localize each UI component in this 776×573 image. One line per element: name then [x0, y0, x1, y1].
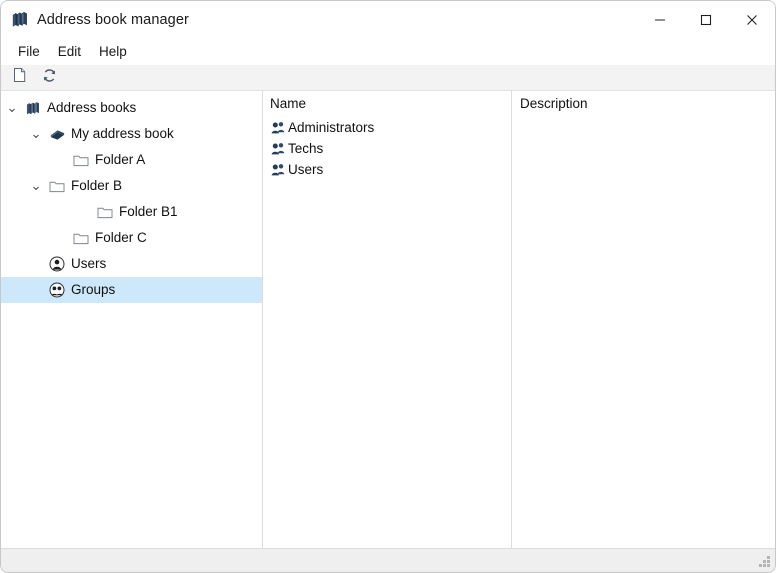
status-bar	[1, 548, 775, 572]
groups-list-pane: Name Description Administrators Techs Us…	[263, 91, 775, 548]
list-rows-area: Administrators Techs Users	[263, 117, 775, 548]
list-item-label: Techs	[288, 141, 324, 156]
tree-item-label: Folder A	[95, 152, 146, 167]
column-header-description[interactable]: Description	[512, 91, 775, 117]
list-item-description	[512, 117, 775, 138]
address-book-tree[interactable]: ⌄ Address books ⌄ My address book Folder…	[1, 91, 263, 548]
tree-item-address-books[interactable]: ⌄ Address books	[1, 95, 262, 121]
minimize-button[interactable]	[637, 1, 683, 38]
tree-item-folder-b1[interactable]: Folder B1	[1, 199, 262, 225]
tree-item-label: My address book	[71, 126, 174, 141]
list-item[interactable]: Techs	[263, 138, 511, 159]
list-item-description	[512, 138, 775, 159]
title-bar: Address book manager	[1, 1, 775, 38]
group-circle-icon	[47, 282, 67, 298]
tree-item-label: Folder B	[71, 178, 123, 193]
user-circle-icon	[47, 256, 67, 272]
list-item[interactable]: Administrators	[263, 117, 511, 138]
folder-icon	[71, 231, 91, 245]
list-item-label: Administrators	[288, 120, 375, 135]
window-controls	[637, 1, 775, 38]
chevron-down-icon[interactable]: ⌄	[25, 126, 47, 142]
menu-item-file[interactable]: File	[9, 41, 49, 62]
group-icon	[270, 121, 286, 135]
tree-item-my-address-book[interactable]: ⌄ My address book	[1, 121, 262, 147]
tree-item-label: Address books	[47, 100, 137, 115]
list-item-label: Users	[288, 162, 324, 177]
name-column: Administrators Techs Users	[263, 117, 512, 548]
tree-item-folder-b[interactable]: ⌄ Folder B	[1, 173, 262, 199]
folder-icon	[95, 205, 115, 219]
books-stack-icon	[23, 100, 43, 117]
refresh-icon	[42, 68, 57, 88]
resize-grip-icon[interactable]	[758, 556, 771, 569]
tree-item-label: Users	[71, 256, 107, 271]
menu-item-edit[interactable]: Edit	[49, 41, 90, 62]
new-document-button[interactable]	[7, 67, 31, 89]
app-window: Address book manager File Edit Help ⌄ Ad…	[0, 0, 776, 573]
menu-item-help[interactable]: Help	[90, 41, 136, 62]
column-header-name[interactable]: Name	[263, 91, 512, 117]
column-headers: Name Description	[263, 91, 775, 117]
folder-icon	[71, 153, 91, 167]
refresh-button[interactable]	[37, 67, 61, 89]
description-column	[512, 117, 775, 548]
main-content: ⌄ Address books ⌄ My address book Folder…	[1, 91, 775, 548]
menu-bar: File Edit Help	[1, 38, 775, 65]
close-button[interactable]	[729, 1, 775, 38]
chevron-down-icon[interactable]: ⌄	[1, 100, 23, 116]
tree-item-label: Folder C	[95, 230, 147, 245]
list-item[interactable]: Users	[263, 159, 511, 180]
tree-item-groups[interactable]: Groups	[1, 277, 262, 303]
maximize-button[interactable]	[683, 1, 729, 38]
folder-icon	[47, 179, 67, 193]
window-title: Address book manager	[37, 11, 189, 28]
chevron-down-icon[interactable]: ⌄	[25, 178, 47, 194]
tree-item-folder-c[interactable]: Folder C	[1, 225, 262, 251]
book-icon	[47, 126, 67, 143]
books-stack-icon	[10, 10, 30, 30]
toolbar	[1, 65, 775, 91]
list-item-description	[512, 159, 775, 180]
group-icon	[270, 142, 286, 156]
tree-item-label: Folder B1	[119, 204, 178, 219]
tree-item-folder-a[interactable]: Folder A	[1, 147, 262, 173]
tree-item-users[interactable]: Users	[1, 251, 262, 277]
document-icon	[12, 67, 27, 88]
group-icon	[270, 163, 286, 177]
tree-item-label: Groups	[71, 282, 116, 297]
